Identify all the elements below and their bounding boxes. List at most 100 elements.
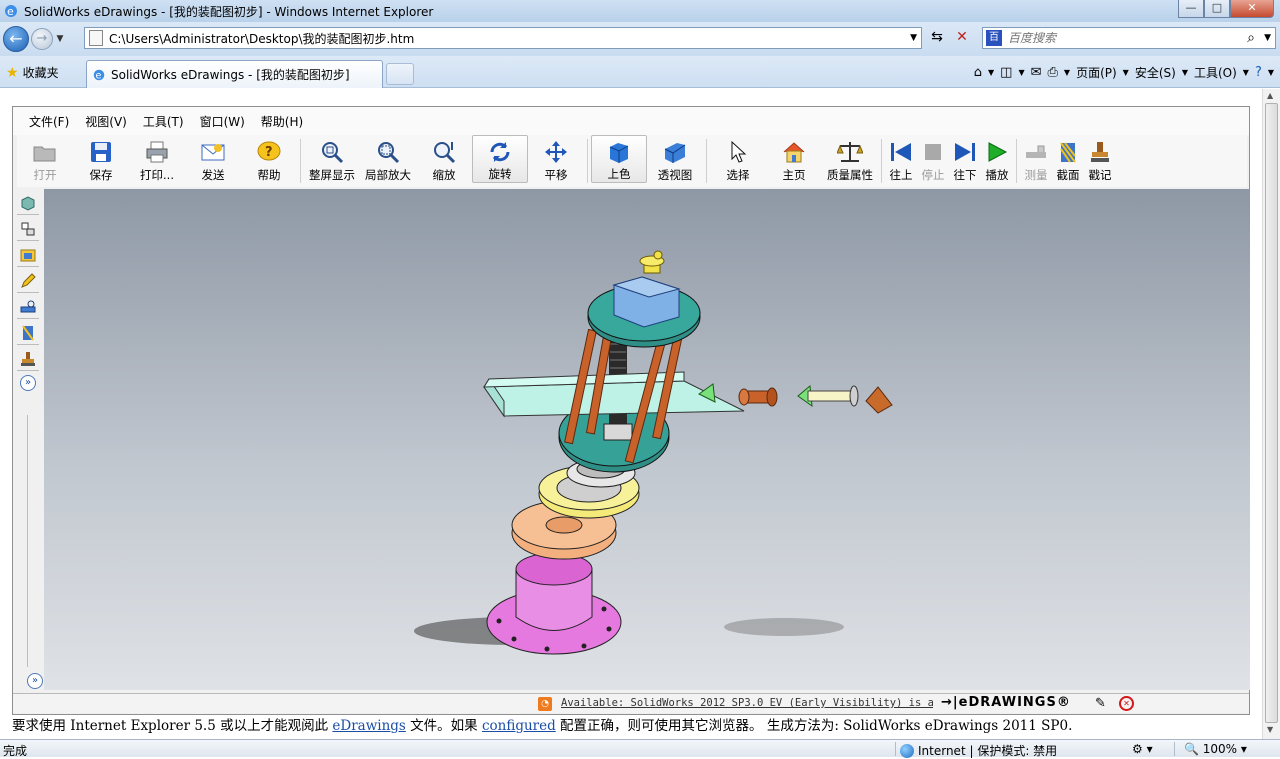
search-input[interactable] [1008, 31, 1228, 45]
page-menu[interactable]: 页面(P) [1076, 64, 1117, 81]
markup-pen-icon[interactable]: ✎ [1095, 696, 1106, 711]
rss-icon[interactable]: ◔ [538, 697, 552, 711]
search-box[interactable]: 百 ⌕ ▼ [982, 27, 1276, 49]
menu-view[interactable]: 视图(V) [85, 113, 127, 130]
feeds-dropdown-icon[interactable]: ▼ [1018, 68, 1024, 77]
measure-button[interactable]: 测量 [1020, 135, 1052, 183]
safety-menu[interactable]: 安全(S) [1135, 64, 1176, 81]
mass-props-label: 质量属性 [827, 168, 873, 182]
stamp-tab-icon[interactable] [17, 347, 39, 371]
new-tab-button[interactable] [386, 63, 414, 85]
feeds-icon[interactable]: ◫ [1000, 65, 1012, 80]
sheets-tab-icon[interactable] [17, 243, 39, 267]
tab-row: ★ 收藏夹 e SolidWorks eDrawings - [我的装配图初步]… [0, 56, 1280, 88]
help-button[interactable]: ? 帮助 [241, 135, 297, 183]
home-icon[interactable]: ⌂ [974, 65, 982, 80]
section-icon [1055, 139, 1081, 165]
zone-text: Internet | 保护模式: 禁用 [918, 744, 1058, 758]
tab-edrawings[interactable]: e SolidWorks eDrawings - [我的装配图初步] [86, 60, 383, 88]
zoom-area-button[interactable]: 局部放大 [360, 135, 416, 183]
open-button[interactable]: 打开 [17, 135, 73, 183]
no-entry-icon[interactable]: ✕ [1119, 696, 1134, 711]
zoom-button[interactable]: 缩放 [416, 135, 472, 183]
components-tab-icon[interactable] [17, 191, 39, 215]
tools-dropdown-icon[interactable]: ▼ [1243, 68, 1249, 77]
menu-file[interactable]: 文件(F) [29, 113, 69, 130]
pan-button[interactable]: 平移 [528, 135, 584, 183]
menu-help[interactable]: 帮助(H) [261, 113, 303, 130]
security-settings-icon[interactable]: ⚙ ▾ [1132, 742, 1153, 756]
stamp-button[interactable]: 戳记 [1084, 135, 1116, 183]
stamp-label: 戳记 [1088, 168, 1112, 182]
expand-panel-icon[interactable]: » [27, 673, 43, 689]
address-dropdown-icon[interactable]: ▼ [910, 33, 917, 43]
send-button[interactable]: 发送 [185, 135, 241, 183]
configurations-tab-icon[interactable] [17, 217, 39, 241]
vertical-scrollbar[interactable]: ▲ ▼ [1262, 89, 1280, 739]
edrawings-link[interactable]: eDrawings [332, 718, 405, 734]
menu-window[interactable]: 窗口(W) [200, 113, 245, 130]
measure-label: 测量 [1024, 168, 1048, 182]
minimize-button[interactable]: — [1178, 0, 1204, 18]
page-dropdown-icon[interactable]: ▼ [1123, 68, 1129, 77]
rotate-icon [487, 140, 513, 164]
edrawings-menu-bar: 文件(F) 视图(V) 工具(T) 窗口(W) 帮助(H) [13, 107, 1249, 135]
address-bar[interactable]: C:\Users\Administrator\Desktop\我的装配图初步.h… [84, 27, 922, 49]
stop-icon[interactable]: ✕ [951, 27, 973, 49]
status-divider [895, 742, 896, 756]
home-view-button[interactable]: 主页 [766, 135, 822, 183]
mass-properties-button[interactable]: 质量属性 [822, 135, 878, 183]
next-button[interactable]: 往下 [949, 135, 981, 183]
tools-menu[interactable]: 工具(O) [1194, 64, 1237, 81]
back-button[interactable]: ← [3, 26, 29, 52]
stop-button[interactable]: 停止 [917, 135, 949, 183]
shaded-button[interactable]: 上色 [591, 135, 647, 183]
refresh-icon[interactable]: ⇆ [926, 27, 948, 49]
save-label: 保存 [89, 168, 113, 182]
menu-tools[interactable]: 工具(T) [143, 113, 184, 130]
safety-dropdown-icon[interactable]: ▼ [1182, 68, 1188, 77]
perspective-button[interactable]: 透视图 [647, 135, 703, 183]
maximize-button[interactable]: □ [1204, 0, 1230, 18]
print-icon[interactable]: ⎙ [1048, 65, 1058, 80]
info-text-1: 要求使用 Internet Explorer 5.5 或以上才能观阅此 [12, 718, 333, 734]
fit-button[interactable]: 整屏显示 [304, 135, 360, 183]
mail-icon[interactable]: ✉ [1031, 65, 1042, 80]
scroll-down-icon[interactable]: ▼ [1267, 725, 1273, 734]
select-button[interactable]: 选择 [710, 135, 766, 183]
folder-icon [32, 139, 58, 165]
security-zone[interactable]: Internet | 保护模式: 禁用 [900, 742, 1057, 759]
search-dropdown-icon[interactable]: ▼ [1264, 33, 1271, 43]
favorites-button[interactable]: ★ 收藏夹 [6, 64, 59, 81]
scroll-up-icon[interactable]: ▲ [1267, 91, 1273, 100]
close-button[interactable]: ✕ [1230, 0, 1274, 18]
print-dropdown-icon[interactable]: ▼ [1064, 68, 1070, 77]
play-button[interactable]: 播放 [981, 135, 1013, 183]
measure-tab-icon[interactable] [17, 295, 39, 319]
recent-pages-dropdown[interactable]: ▼ [53, 34, 67, 44]
help-dropdown-icon[interactable]: ▼ [1268, 68, 1274, 77]
section-button[interactable]: 截面 [1052, 135, 1084, 183]
toolbar-separator [706, 139, 707, 183]
copper-pin [738, 387, 778, 407]
rotate-button[interactable]: 旋转 [472, 135, 528, 183]
model-viewport[interactable] [44, 189, 1250, 690]
configured-link[interactable]: configured [482, 718, 556, 734]
forward-button[interactable]: → [31, 28, 53, 50]
save-button[interactable]: 保存 [73, 135, 129, 183]
home-dropdown-icon[interactable]: ▼ [988, 68, 994, 77]
rotate-label: 旋转 [488, 167, 512, 181]
print-button[interactable]: 打印... [129, 135, 185, 183]
url-text[interactable]: C:\Users\Administrator\Desktop\我的装配图初步.h… [109, 30, 414, 47]
globe-icon [900, 743, 914, 758]
markup-pencil-icon[interactable] [17, 269, 39, 293]
house-icon [781, 139, 807, 165]
update-available-link[interactable]: Available: SolidWorks 2012 SP3.0 EV (Ear… [561, 697, 933, 709]
previous-button[interactable]: 往上 [885, 135, 917, 183]
scroll-thumb[interactable] [1265, 103, 1278, 723]
zoom-level[interactable]: 🔍 100% ▾ [1184, 742, 1247, 756]
search-icon[interactable]: ⌕ [1247, 30, 1255, 46]
section-tab-icon[interactable] [17, 321, 39, 345]
expand-more-icon[interactable]: » [20, 375, 36, 391]
help-icon[interactable]: ? [1255, 65, 1262, 80]
